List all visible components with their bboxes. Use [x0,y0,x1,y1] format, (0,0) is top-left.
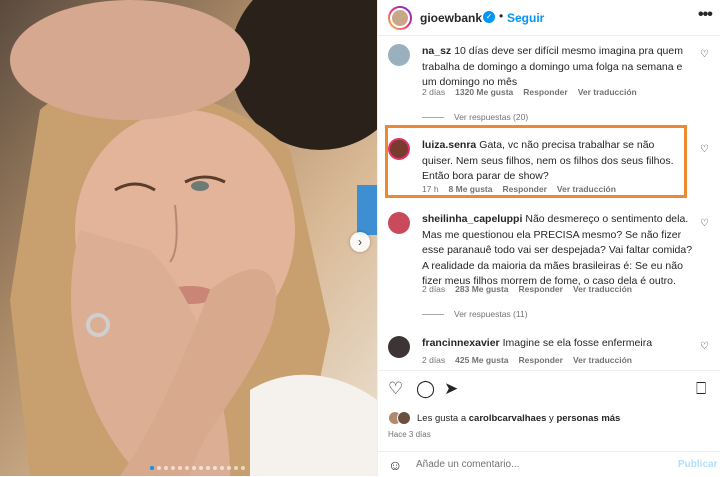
reply-button[interactable]: Responder [523,87,567,97]
share-icon[interactable]: ➤ [444,379,458,399]
comment-item: sheilinha_capeluppi Não desmereço o senti… [388,212,713,312]
reply-button[interactable]: Responder [502,184,546,194]
comment-input[interactable]: Añade un comentario... [416,459,519,470]
comment-text: 10 días deve ser difícil mesmo imagina p… [422,45,683,88]
liker-avatar [397,411,411,425]
next-photo-button[interactable]: › [350,232,370,252]
comment-likes[interactable]: 1320 Me gusta [455,87,513,97]
heart-icon[interactable]: ♡ [700,49,709,60]
translate-button[interactable]: Ver traducción [557,184,616,194]
comments-panel: gioewbank ✓ • Seguir ••• na_sz 10 días de… [377,0,720,476]
post-header: gioewbank ✓ • Seguir ••• [378,0,720,36]
likes-mid: y [549,412,554,424]
woman-crying-photo [0,0,377,476]
likes-summary: Les gusta a carolbcarvalhaes y personas … [388,411,620,425]
comment-username[interactable]: francinnexavier [422,337,500,349]
comment-likes[interactable]: 8 Me gusta [449,184,493,194]
view-replies-label[interactable]: Ver respuestas (20) [454,112,528,122]
comment-meta: 2 días 1320 Me gusta Responder Ver tradu… [422,87,637,97]
carousel-dots [150,466,245,470]
comment-username[interactable]: sheilinha_capeluppi [422,213,522,225]
like-icon[interactable]: ♡ [388,379,403,399]
comment-item: francinnexavier Imagine se ela fosse enfe… [388,336,713,370]
view-replies-label[interactable]: Ver respuestas (11) [454,309,528,319]
translate-button[interactable]: Ver traducción [573,355,632,365]
comment-item: luiza.senra Gata, vc não precisa trabalha… [388,138,713,194]
follow-button[interactable]: Seguir [507,11,544,25]
comment-username[interactable]: luiza.senra [422,139,476,151]
translate-button[interactable]: Ver traducción [573,284,632,294]
comment-meta: 17 h 8 Me gusta Responder Ver traducción [422,184,616,194]
emoji-icon[interactable]: ☺ [388,457,402,473]
separator: • [499,9,504,23]
bookmark-icon[interactable]: ⎕ [696,379,706,399]
view-replies[interactable]: Ver respuestas (11) [422,309,528,319]
comment-meta: 2 días 425 Me gusta Responder Ver traduc… [422,355,632,365]
comment-body: na_sz 10 días deve ser difícil mesmo imag… [422,44,698,91]
author-avatar[interactable] [388,6,412,30]
likes-text: Les gusta a carolbcarvalhaes y personas … [417,413,620,424]
comment-body: francinnexavier Imagine se ela fosse enfe… [422,336,698,352]
add-comment-bar: ☺ Añade un comentario... Publicar [378,451,720,477]
chevron-right-icon: › [358,235,362,249]
comment-time: 17 h [422,184,439,194]
author-username[interactable]: gioewbank [420,11,482,25]
comment-username[interactable]: na_sz [422,45,451,57]
likes-others[interactable]: personas más [556,413,620,424]
view-replies[interactable]: Ver respuestas (20) [422,112,528,122]
verified-badge-icon: ✓ [483,11,495,23]
heart-icon[interactable]: ♡ [700,341,709,352]
comment-time: 2 días [422,87,446,97]
post-actions: ♡ ◯ ➤ ⎕ Les gusta a carolbcarvalhaes y p… [378,370,720,476]
comment-meta: 2 días 283 Me gusta Responder Ver traduc… [422,284,632,294]
comment-avatar[interactable] [388,138,410,160]
comment-likes[interactable]: 283 Me gusta [455,284,508,294]
comment-body: luiza.senra Gata, vc não precisa trabalha… [422,138,684,185]
heart-icon[interactable]: ♡ [700,144,709,155]
likes-user[interactable]: carolbcarvalhaes [469,413,547,424]
reply-button[interactable]: Responder [519,284,563,294]
comment-text: Imagine se ela fosse enfermeira [502,337,653,349]
heart-icon[interactable]: ♡ [700,218,709,229]
post-photo: › [0,0,377,476]
comment-avatar[interactable] [388,336,410,358]
comment-time: 2 días [422,355,446,365]
comment-likes[interactable]: 425 Me gusta [455,355,508,365]
post-age: Hace 3 días [388,430,431,439]
comment-icon[interactable]: ◯ [416,379,435,399]
comment-time: 2 días [422,284,446,294]
comment-avatar[interactable] [388,212,410,234]
likes-prefix: Les gusta a [417,412,467,424]
publish-button[interactable]: Publicar [678,459,717,470]
more-options-icon[interactable]: ••• [698,6,713,24]
comment-body: sheilinha_capeluppi Não desmereço o senti… [422,212,698,290]
reply-button[interactable]: Responder [519,355,563,365]
translate-button[interactable]: Ver traducción [578,87,637,97]
comment-avatar[interactable] [388,44,410,66]
